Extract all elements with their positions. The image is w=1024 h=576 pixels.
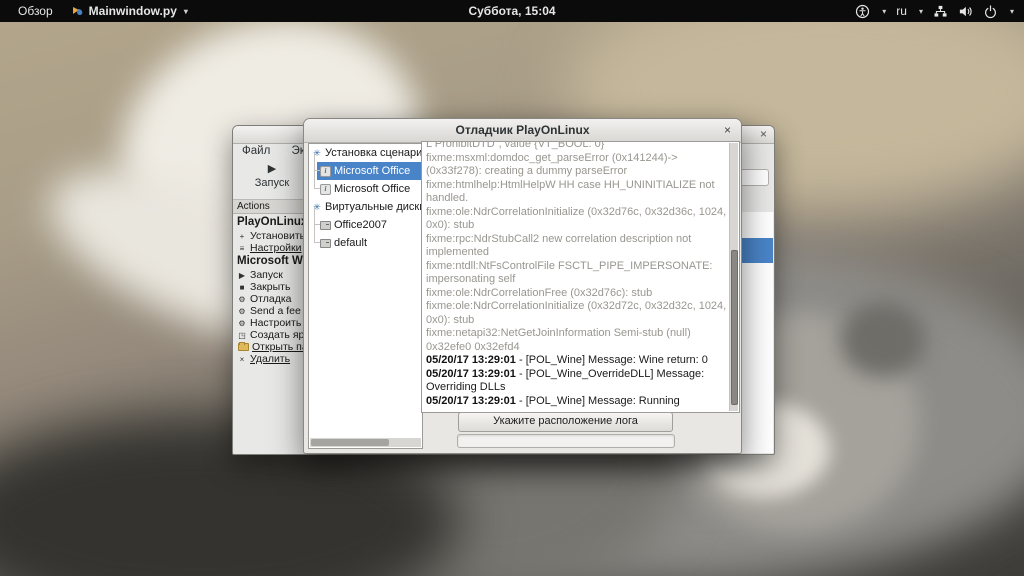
log-line: fixme:htmlhelp:HtmlHelpW HH case HH_UNIN…: [426, 179, 727, 193]
tree-label: Установка сценари: [325, 147, 422, 159]
run-label: Запуск: [243, 176, 301, 191]
drive-icon: [320, 221, 331, 230]
close-icon[interactable]: ×: [724, 119, 731, 142]
log-timestamp: 05/20/17 13:29:01: [426, 368, 516, 380]
tree-item-msoffice-1[interactable]: i Microsoft Office: [317, 162, 422, 180]
log-line: fixme:ole:NdrCorrelationFree (0x32d76c):…: [426, 287, 727, 301]
delete-icon: ×: [237, 355, 247, 364]
chevron-down-icon: ▾: [1010, 7, 1014, 16]
log-line: fixme:netapi32:NetGetJoinInformation Sem…: [426, 327, 727, 341]
shortcut-icon: ◳: [237, 331, 247, 340]
tree-label: Microsoft Office: [334, 183, 410, 195]
debugger-titlebar[interactable]: Отладчик PlayOnLinux ×: [304, 119, 741, 143]
debugger-title: Отладчик PlayOnLinux: [456, 123, 590, 137]
action-label: Запуск: [250, 269, 283, 281]
log-timestamp: 05/20/17 13:29:01: [426, 354, 516, 366]
chevron-down-icon: ▾: [882, 7, 886, 16]
log-line: handled.: [426, 192, 727, 206]
action-label: Удалить: [250, 353, 290, 365]
tree-item-install-scripts[interactable]: ✳ Установка сценари: [309, 144, 422, 162]
tree-label: default: [334, 237, 367, 249]
scrollbar-thumb[interactable]: [731, 250, 738, 405]
top-bar: Обзор Mainwindow.py ▾ Суббота, 15:04 ▾ r…: [0, 0, 1024, 22]
app-menu-label: Mainwindow.py: [89, 4, 177, 18]
log-line: fixme:ole:NdrCorrelationInitialize (0x32…: [426, 206, 727, 220]
script-icon: i: [320, 166, 331, 177]
accessibility-icon[interactable]: [855, 4, 870, 19]
network-icon[interactable]: [933, 4, 948, 19]
tree-item-default[interactable]: default: [309, 234, 422, 252]
play-icon: ▶: [243, 162, 301, 176]
log-line: 05/20/17 13:29:01 - [POL_Wine] Message: …: [426, 395, 727, 409]
app-menu[interactable]: Mainwindow.py ▾: [71, 4, 188, 18]
log-line: fixme:ntdll:NtFsControlFile FSCTL_PIPE_I…: [426, 260, 727, 274]
wallpaper-cat-ear: [840, 302, 925, 377]
log-line: fixme:rpc:NdrStubCall2 new correlation d…: [426, 233, 727, 247]
script-icon: i: [320, 184, 331, 195]
log-vertical-scrollbar[interactable]: [729, 143, 738, 411]
log-line: 05/20/17 13:29:01 - [POL_Wine] Message: …: [426, 354, 727, 368]
chevron-down-icon: ▾: [184, 7, 188, 16]
playonlinux-icon: [71, 5, 84, 18]
tree-label: Office2007: [334, 219, 387, 231]
tree-horizontal-scrollbar[interactable]: [310, 438, 421, 447]
tree-label: Виртуальные диски: [325, 201, 423, 213]
log-line: impersonating self: [426, 273, 727, 287]
close-icon[interactable]: ×: [760, 127, 767, 142]
action-label: Настроить: [250, 317, 301, 329]
play-icon: ▶: [237, 271, 247, 280]
action-label: Создать яр: [250, 329, 304, 341]
tree-label: Microsoft Office: [334, 165, 410, 177]
log-line: 0x32efe0 0x32efd4: [426, 341, 727, 355]
log-line: fixme:msxml:domdoc_get_parseError (0x141…: [426, 152, 727, 166]
volume-icon[interactable]: [958, 4, 973, 19]
debugger-window: Отладчик PlayOnLinux × ✳ Установка сцена…: [303, 118, 742, 454]
toolbar-run-button[interactable]: ▶ Запуск: [243, 162, 301, 191]
list-icon: ≡: [237, 244, 247, 253]
tree-item-virtual-drives[interactable]: ✳ Виртуальные диски: [309, 198, 422, 216]
install-icon: +: [237, 232, 247, 241]
keyboard-layout[interactable]: ru: [896, 4, 907, 18]
log-line: fixme:ole:NdrCorrelationInitialize (0x32…: [426, 300, 727, 314]
log-line: 0x0): stub: [426, 219, 727, 233]
log-timestamp: 05/20/17 13:29:01: [426, 395, 516, 407]
tree-item-office2007[interactable]: Office2007: [309, 216, 422, 234]
chevron-down-icon: ▾: [919, 7, 923, 16]
action-label: Открыть па: [252, 341, 308, 353]
gear-icon: ⚙: [237, 319, 247, 328]
activities-button[interactable]: Обзор: [14, 4, 57, 18]
action-label: Установить: [250, 230, 305, 242]
choose-log-location-button[interactable]: Укажите расположение лога: [458, 412, 673, 432]
drive-icon: [320, 239, 331, 248]
log-line: 05/20/17 13:29:01 - [POL_Wine_OverrideDL…: [426, 368, 727, 382]
gear-icon: ⚙: [237, 307, 247, 316]
log-line: 0x0): stub: [426, 314, 727, 328]
action-label: Закрыть: [250, 281, 290, 293]
log-text: L ProhibitDTD", value {VT_BOOL: 0} fixme…: [426, 141, 727, 408]
menu-file[interactable]: Файл: [233, 144, 279, 157]
log-panel[interactable]: L ProhibitDTD", value {VT_BOOL: 0} fixme…: [421, 141, 740, 413]
power-icon[interactable]: [983, 4, 998, 19]
log-line: Overriding DLLs: [426, 381, 727, 395]
action-label: Настройки: [250, 242, 302, 254]
log-line: implemented: [426, 246, 727, 260]
action-label: Отладка: [250, 293, 292, 305]
action-label: Send a fee: [250, 305, 301, 317]
gear-icon: ⚙: [237, 295, 247, 304]
folder-icon: [238, 343, 249, 351]
log-line: L ProhibitDTD", value {VT_BOOL: 0}: [426, 141, 727, 152]
debug-tree[interactable]: ✳ Установка сценари i Microsoft Office i…: [308, 143, 423, 449]
log-progress-field: [457, 434, 675, 448]
tree-item-msoffice-2[interactable]: i Microsoft Office: [309, 180, 422, 198]
stop-icon: ■: [237, 283, 247, 292]
scrollbar-thumb[interactable]: [311, 439, 389, 446]
log-line: (0x33f278): creating a dummy parseError: [426, 165, 727, 179]
